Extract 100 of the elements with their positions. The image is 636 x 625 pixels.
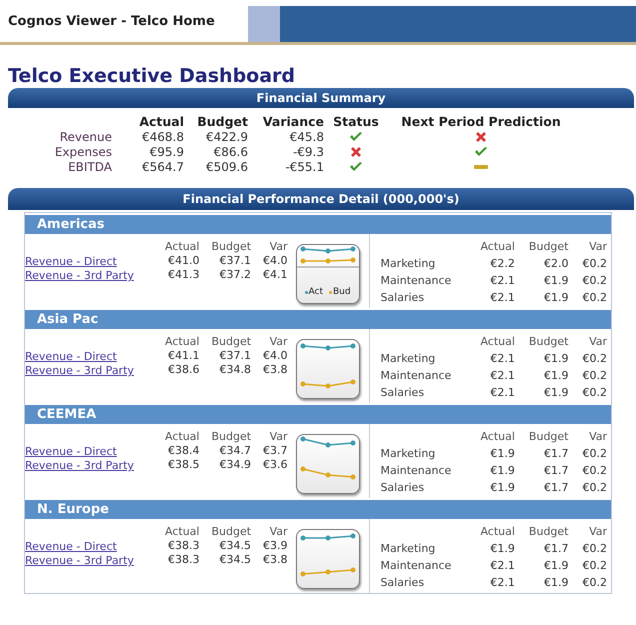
table-cell: €41.0 (168, 254, 200, 268)
table-cell: €41.3 (168, 268, 200, 282)
table-cell-text: €2.2 (490, 257, 515, 272)
column-header: Var (589, 240, 607, 255)
column-header: Actual (138, 114, 184, 129)
table-cell-text: €1.9 (490, 464, 515, 479)
column-header: Variance (262, 114, 324, 129)
column-header: Budget (211, 240, 252, 254)
table-cell-text: €2.0 (544, 257, 568, 272)
table-cell: €3.8 (263, 553, 288, 567)
column-header: Budget (528, 240, 568, 255)
table-cell-text: €1.7 (544, 542, 568, 557)
row-label: Marketing (380, 257, 436, 272)
table-cell: €34.8 (220, 363, 252, 377)
row-label: Marketing (380, 352, 436, 367)
column-header: Budget (211, 430, 252, 444)
table-cell-text: €0.2 (582, 386, 607, 401)
table-cell: €37.1 (220, 254, 252, 268)
table-cell-text: €2.1 (490, 352, 515, 367)
legend-label: Act (308, 287, 323, 297)
window-title: Cognos Viewer - Telco Home (7, 13, 216, 31)
column-header: Var (589, 525, 607, 540)
row-label: Salaries (380, 576, 424, 591)
column-header: Actual (165, 525, 200, 539)
column-header: Next Period Prediction (400, 114, 562, 129)
column-header: Var (270, 430, 288, 444)
table-cell-text: €2.1 (490, 274, 515, 289)
table-cell-text: €1.9 (544, 352, 568, 367)
row-label: Salaries (380, 386, 424, 401)
revenue-link[interactable]: Revenue - Direct (25, 255, 165, 269)
column-header: Budget (211, 335, 252, 349)
column-header: Status (332, 114, 380, 129)
column-header: Budget (196, 114, 248, 129)
row-label: Revenue (58, 130, 113, 144)
table-cell-text: €564.7 (141, 160, 184, 174)
table-cell-text: -€9.3 (292, 145, 324, 159)
column-header: Actual (480, 335, 515, 350)
row-label: Salaries (380, 481, 424, 496)
column-header: Var (589, 430, 607, 445)
table-cell-text: €0.2 (582, 274, 607, 289)
table-cell-text: €1.9 (544, 576, 568, 591)
table-cell: €34.5 (220, 539, 252, 553)
table-cell-text: €2.1 (490, 576, 515, 591)
revenue-link[interactable]: Revenue - Direct (25, 540, 165, 554)
table-cell-text: €0.2 (582, 257, 607, 272)
table-cell-text: €45.8 (288, 130, 324, 144)
column-header: Actual (165, 240, 200, 254)
table-cell-text: €1.9 (544, 386, 568, 401)
table-cell-text: €1.9 (490, 542, 515, 557)
legend-label: Bud (332, 287, 351, 297)
table-cell-text: €0.2 (582, 447, 607, 462)
revenue-link[interactable]: Revenue - 3rd Party (25, 554, 165, 568)
table-cell-text: €95.9 (148, 145, 184, 159)
row-label: EBITDA (67, 160, 113, 174)
row-label: Maintenance (380, 274, 452, 289)
table-cell-text: €0.2 (582, 464, 607, 479)
revenue-link[interactable]: Revenue - 3rd Party (25, 459, 165, 473)
revenue-link[interactable]: Revenue - 3rd Party (25, 364, 165, 378)
row-label: Marketing (380, 542, 436, 557)
column-header: Var (270, 525, 288, 539)
table-cell-text: €0.2 (582, 481, 607, 496)
revenue-link[interactable]: Revenue - 3rd Party (25, 269, 165, 283)
table-cell-text: €422.9 (205, 130, 248, 144)
row-label: Maintenance (380, 369, 452, 384)
column-header: Budget (211, 525, 252, 539)
row-label: Maintenance (380, 559, 452, 574)
revenue-link[interactable]: Revenue - Direct (25, 350, 165, 364)
table-cell-text: €1.7 (544, 481, 568, 496)
table-cell: €34.5 (220, 553, 252, 567)
table-cell: €4.1 (263, 268, 288, 282)
table-cell: €3.7 (263, 444, 288, 458)
table-cell-text: €1.9 (490, 447, 515, 462)
table-cell: €38.5 (168, 458, 200, 472)
table-cell: €38.6 (168, 363, 200, 377)
column-header: Budget (528, 335, 568, 350)
table-cell: €38.3 (168, 553, 200, 567)
column-header: Actual (480, 240, 515, 255)
page-title: Telco Executive Dashboard (8, 65, 296, 87)
table-cell-text: €1.7 (544, 464, 568, 479)
table-cell: €37.2 (220, 268, 252, 282)
row-label: Salaries (380, 291, 424, 306)
table-cell-text: €1.9 (544, 274, 568, 289)
table-cell: €3.9 (263, 539, 288, 553)
table-cell: €38.3 (168, 539, 200, 553)
region-header: Americas (25, 213, 611, 234)
column-header: Actual (165, 430, 200, 444)
section-header: Financial Performance Detail (000,000's) (8, 188, 634, 210)
table-cell: €3.6 (263, 458, 288, 472)
table-cell-text: €0.2 (582, 542, 607, 557)
column-header: Var (270, 240, 288, 254)
table-cell: €34.9 (220, 458, 252, 472)
revenue-link[interactable]: Revenue - Direct (25, 445, 165, 459)
table-cell-text: €0.2 (582, 291, 607, 306)
table-cell-text: €1.9 (544, 291, 568, 306)
table-cell-text: €468.8 (141, 130, 184, 144)
table-cell-text: €2.1 (490, 386, 515, 401)
table-cell-text: €1.9 (490, 481, 515, 496)
table-cell-text: €1.7 (544, 447, 568, 462)
table-cell-text: -€55.1 (284, 160, 324, 174)
column-header: Actual (165, 335, 200, 349)
